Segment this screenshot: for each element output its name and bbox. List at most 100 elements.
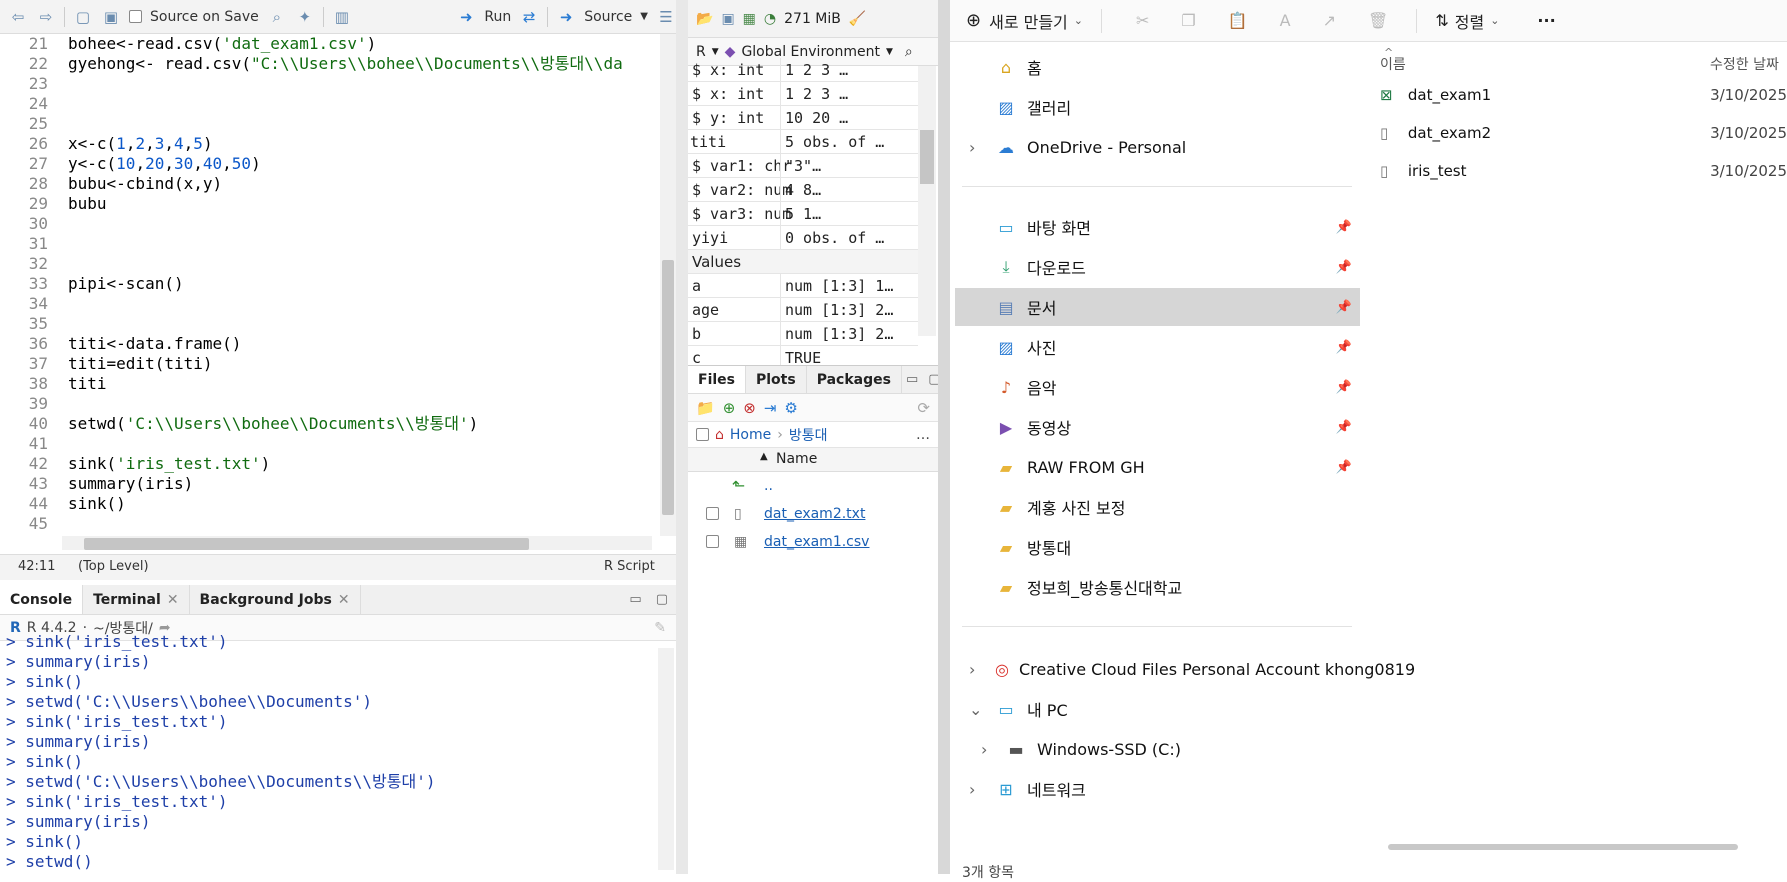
editor-vertical-scroll-thumb[interactable]	[662, 260, 674, 515]
nav-item[interactable]: ⌂ 홈	[955, 48, 1360, 86]
file-checkbox[interactable]	[706, 507, 719, 520]
source-button[interactable]: Source	[584, 9, 632, 25]
chevron-down-icon[interactable]: ⌄	[969, 700, 982, 719]
chevron-right-icon[interactable]: ›	[969, 138, 975, 157]
chevron-down-icon[interactable]: ⌄	[1490, 14, 1499, 27]
search-icon[interactable]: ⌕	[267, 7, 287, 27]
code-line[interactable]: sink('iris_test.txt')	[68, 454, 270, 474]
env-row[interactable]: $ var2: num 4 8…	[688, 178, 918, 202]
code-line[interactable]: y<-c(10,20,30,40,50)	[68, 154, 261, 174]
editor-horizontal-scroll-thumb[interactable]	[84, 538, 529, 550]
memory-usage[interactable]: 271 MiB	[784, 11, 841, 27]
code-line[interactable]: gyehong<- read.csv("C:\\Users\\bohee\\Do…	[68, 54, 623, 74]
memory-pie-icon[interactable]: ◔	[764, 11, 776, 27]
rename-icon[interactable]: ⇥	[764, 399, 777, 417]
pin-icon[interactable]: 📌	[1336, 460, 1352, 475]
compile-report-icon[interactable]: ▥	[332, 7, 352, 27]
source-dropdown-icon[interactable]: ▼	[640, 11, 648, 22]
pin-icon[interactable]: 📌	[1336, 340, 1352, 355]
code-line[interactable]: titi=edit(titi)	[68, 354, 213, 374]
delete-icon[interactable]: ⊗	[743, 399, 756, 417]
explorer-file-row[interactable]: ▯ dat_exam2 3/10/2025	[1380, 115, 1787, 151]
maximize-pane-icon[interactable]: ▢	[648, 585, 676, 614]
save-icon[interactable]: ▣	[101, 7, 121, 27]
show-in-window-icon[interactable]: ▢	[73, 7, 93, 27]
code-line[interactable]: bubu<-cbind(x,y)	[68, 174, 222, 194]
refresh-icon[interactable]: ⟳	[917, 399, 938, 417]
name-column-header[interactable]: Name	[776, 451, 817, 467]
more-options-icon[interactable]: ···	[1537, 11, 1555, 30]
file-row[interactable]: ▦ dat_exam1.csv	[688, 528, 938, 556]
nav-item[interactable]: › ◎ Creative Cloud Files Personal Account …	[955, 650, 1415, 688]
nav-item[interactable]: ▰ 방통대	[955, 528, 1360, 566]
env-row[interactable]: $ x: int 1 2 3 …	[688, 82, 918, 106]
nav-item[interactable]: ⤓ 다운로드 📌	[955, 248, 1360, 286]
chevron-right-icon[interactable]: ›	[981, 740, 987, 759]
close-icon[interactable]: ✕	[167, 592, 179, 608]
code-line[interactable]: setwd('C:\\Users\\bohee\\Documents\\방통대'…	[68, 414, 478, 434]
nav-item[interactable]: ⌄ ▭ 내 PC	[955, 690, 1360, 728]
code-line[interactable]: x<-c(1,2,3,4,5)	[68, 134, 213, 154]
explorer-file-row[interactable]: ⊠ dat_exam1 3/10/2025	[1380, 77, 1787, 113]
share-icon[interactable]: ↗	[1323, 11, 1336, 30]
tab-packages[interactable]: Packages	[807, 366, 902, 393]
sort-button[interactable]: 정렬	[1455, 9, 1484, 33]
source-on-save-checkbox[interactable]	[129, 10, 142, 23]
nav-item[interactable]: › ☁ OneDrive - Personal	[955, 128, 1360, 166]
gear-icon[interactable]: ⚙	[784, 399, 797, 417]
env-row[interactable]: $ var1: chr "3"…	[688, 154, 918, 178]
rerun-icon[interactable]: ⇄	[519, 7, 539, 27]
code-line[interactable]: bubu	[68, 194, 107, 214]
pin-icon[interactable]: 📌	[1336, 220, 1352, 235]
breadcrumb-current[interactable]: 방통대	[789, 425, 828, 445]
new-button[interactable]: 새로 만들기	[989, 9, 1068, 33]
source-arrow-icon[interactable]: ➜	[556, 7, 576, 27]
pin-icon[interactable]: 📌	[1336, 300, 1352, 315]
environment-scroll-thumb[interactable]	[920, 130, 934, 184]
run-button[interactable]: Run	[484, 9, 511, 25]
tab-background-jobs[interactable]: Background Jobs ✕	[190, 585, 361, 614]
chevron-right-icon[interactable]: ›	[969, 660, 975, 679]
nav-item[interactable]: › ▬ Windows-SSD (C:)	[955, 730, 1360, 768]
breadcrumb-home[interactable]: Home	[730, 427, 771, 443]
env-row[interactable]: age num [1:3] 2…	[688, 298, 918, 322]
outline-icon[interactable]: ☰	[656, 7, 676, 27]
explorer-file-row[interactable]: ▯ iris_test 3/10/2025	[1380, 153, 1787, 189]
env-row[interactable]: yiyi 0 obs. of …	[688, 226, 918, 250]
more-icon[interactable]: …	[916, 427, 938, 443]
tab-plots[interactable]: Plots	[746, 366, 807, 393]
minimize-pane-icon[interactable]: ▭	[902, 366, 922, 393]
nav-item[interactable]: ▰ 정보희_방송통신대학교	[955, 568, 1360, 606]
nav-item[interactable]: ▤ 문서 📌	[955, 288, 1360, 326]
env-row[interactable]: b num [1:3] 2…	[688, 322, 918, 346]
import-dataset-icon[interactable]: ▦	[743, 11, 756, 27]
forward-arrow-icon[interactable]: ⇨	[36, 7, 56, 27]
file-checkbox[interactable]	[706, 535, 719, 548]
pin-icon[interactable]: 📌	[1336, 260, 1352, 275]
close-icon[interactable]: ✕	[338, 592, 350, 608]
pane-splitter[interactable]	[676, 0, 688, 874]
scope-selector[interactable]: (Top Level)	[78, 559, 149, 574]
code-line[interactable]: bohee<-read.csv('dat_exam1.csv')	[68, 34, 376, 54]
tab-terminal[interactable]: Terminal ✕	[83, 585, 190, 614]
nav-item[interactable]: ▭ 바탕 화면 📌	[955, 208, 1360, 246]
code-line[interactable]: sink()	[68, 494, 126, 514]
console-output[interactable]: > sink('iris_test.txt') > summary(iris) > …	[6, 632, 656, 874]
new-folder-icon[interactable]: 📁	[696, 399, 715, 417]
file-link[interactable]: dat_exam1.csv	[764, 528, 869, 556]
nav-item[interactable]: ♪ 음악 📌	[955, 368, 1360, 406]
tab-files[interactable]: Files	[688, 366, 746, 393]
select-all-checkbox[interactable]	[696, 428, 709, 441]
minimize-pane-icon[interactable]: ▭	[623, 585, 647, 614]
file-row[interactable]: ▯ dat_exam2.txt	[688, 500, 938, 528]
environment-scrollbar[interactable]	[918, 66, 936, 336]
home-icon[interactable]: ⌂	[715, 427, 724, 443]
back-arrow-icon[interactable]: ⇦	[8, 7, 28, 27]
nav-item[interactable]: ▰ RAW FROM GH 📌	[955, 448, 1360, 486]
code-line[interactable]: pipi<-scan()	[68, 274, 184, 294]
files-up-row[interactable]: ⬑ ..	[688, 472, 938, 500]
code-area[interactable]: 21 bohee<-read.csv('dat_exam1.csv') 22 gyeh…	[0, 34, 660, 534]
pin-icon[interactable]: 📌	[1336, 420, 1352, 435]
env-row[interactable]: a num [1:3] 1…	[688, 274, 918, 298]
env-row[interactable]: $ y: int 10 20 …	[688, 106, 918, 130]
